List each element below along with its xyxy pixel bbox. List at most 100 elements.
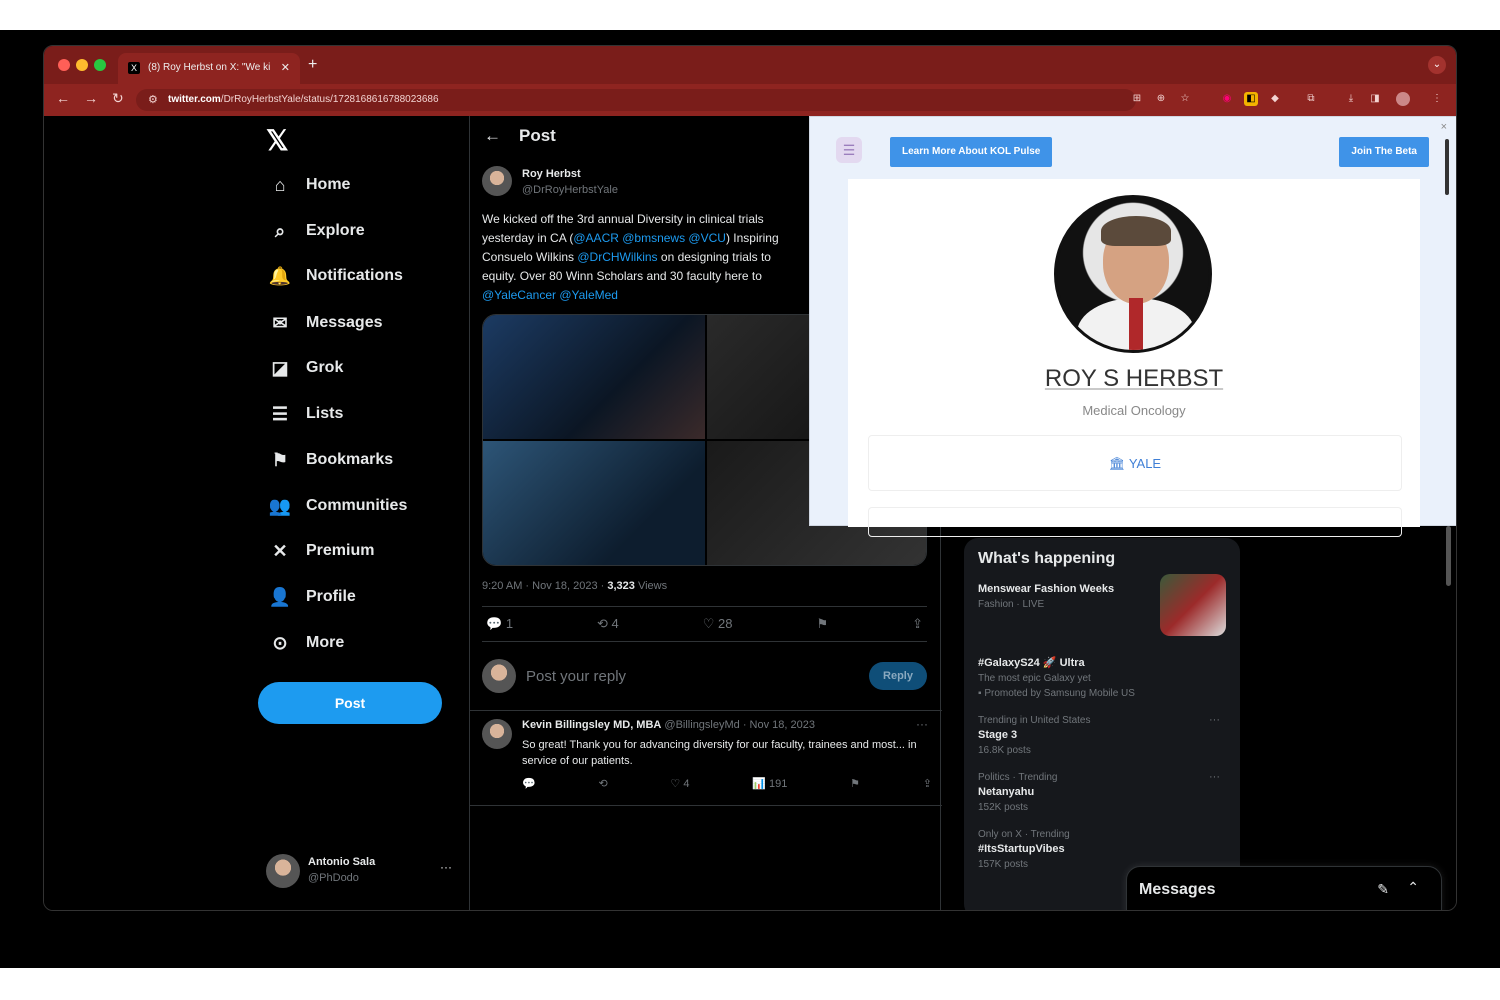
site-info-icon[interactable]: ⚙ [148, 93, 158, 106]
nav-item-messages[interactable]: ✉ Messages [266, 308, 382, 338]
trend-meta: 16.8K posts [978, 745, 1031, 756]
reply-action[interactable]: 💬 1 [486, 616, 513, 632]
trend-item[interactable]: Politics · Trending Netanyahu 152K posts… [978, 770, 1226, 815]
nav-item-lists[interactable]: ☰ Lists [266, 399, 343, 429]
extension-icon[interactable]: ◉ [1220, 92, 1234, 106]
tweet-text-segment: on designing trials to [657, 250, 771, 264]
comment-header: Kevin Billingsley MD, MBA @BillingsleyMd… [522, 719, 815, 731]
popup-scrollbar[interactable] [1445, 139, 1449, 195]
download-icon[interactable]: ⤓ [1344, 92, 1358, 106]
new-tab-button[interactable]: + [308, 56, 317, 74]
trend-item[interactable]: Menswear Fashion Weeks Fashion · LIVE [978, 574, 1226, 644]
views-action[interactable]: 📊 191 [752, 777, 787, 790]
nav-item-profile[interactable]: 👤 Profile [266, 582, 356, 612]
back-arrow-icon[interactable]: ← [484, 126, 501, 145]
repost-action[interactable]: ⟲ 4 [597, 616, 619, 632]
minimize-window-button[interactable] [76, 59, 88, 71]
trend-item[interactable]: #GalaxyS24 🚀 Ultra The most epic Galaxy … [978, 656, 1226, 701]
messages-drawer[interactable]: Messages ✎ ⌃ [1126, 866, 1442, 910]
back-arrow-icon[interactable]: ← [56, 90, 70, 106]
trend-meta: 152K posts [978, 802, 1029, 813]
repost-icon: ⟲ [597, 616, 608, 631]
mention-link[interactable]: @YaleCancer @YaleMed [482, 286, 822, 305]
x-logo-icon[interactable]: 𝕏 [266, 124, 289, 157]
more-dots-icon[interactable]: ··· [1209, 770, 1220, 785]
close-window-button[interactable] [58, 59, 70, 71]
browser-toolbar: ← → ↻ ⚙ twitter.com/DrRoyHerbstYale/stat… [44, 84, 1456, 116]
communities-icon: 👥 [268, 495, 292, 516]
bookmark-icon: ⚑ [271, 449, 289, 470]
nav-item-more[interactable]: ⊙ More [266, 628, 344, 658]
install-icon[interactable]: ⊞ [1130, 92, 1144, 106]
nav-item-home[interactable]: ⌂ Home [266, 170, 351, 200]
join-beta-button[interactable]: Join The Beta [1339, 137, 1429, 167]
extension-icon[interactable]: ◆ [1268, 92, 1282, 106]
bookmark-icon[interactable]: ⚑ [816, 616, 828, 632]
zoom-window-button[interactable] [94, 59, 106, 71]
doctor-name[interactable]: ROY S HERBST [848, 365, 1420, 393]
media-photo[interactable] [483, 315, 705, 439]
kebab-menu-icon[interactable]: ⋮ [1430, 92, 1444, 106]
nav-item-premium[interactable]: ✕ Premium [266, 536, 374, 566]
share-icon[interactable]: ⇪ [912, 616, 923, 632]
media-photo[interactable] [483, 441, 705, 565]
tweet-line: yesterday in CA (@AACR @bmsnews @VCU) In… [482, 229, 822, 248]
extension-icon[interactable]: ◧ [1244, 92, 1258, 106]
reload-icon[interactable]: ↻ [112, 90, 124, 107]
reply-icon: 💬 [486, 616, 503, 631]
reply-button[interactable]: Reply [869, 662, 927, 690]
mention-link[interactable]: @AACR @bmsnews @VCU [573, 231, 726, 245]
account-switcher[interactable]: Antonio Sala @PhDodo ··· [266, 854, 456, 894]
tab-close-icon[interactable]: ✕ [281, 61, 290, 74]
nav-item-explore[interactable]: ⌕ Explore [266, 216, 365, 246]
page-title: Post [519, 126, 556, 145]
author-handle: @DrRoyHerbstYale [522, 184, 618, 196]
trend-title: #GalaxyS24 🚀 Ultra [978, 657, 1085, 669]
post-button[interactable]: Post [258, 682, 442, 724]
comment-author: Kevin Billingsley MD, MBA [522, 719, 662, 731]
hamburger-menu-icon[interactable]: ☰ [836, 137, 862, 163]
reply-tweet[interactable]: Kevin Billingsley MD, MBA @BillingsleyMd… [470, 710, 942, 806]
nav-label: Explore [306, 222, 365, 239]
trend-title: Menswear Fashion Weeks [978, 583, 1115, 595]
trend-context: Only on X · Trending [978, 829, 1070, 840]
repost-icon[interactable]: ⟲ [598, 777, 607, 790]
forward-arrow-icon[interactable]: → [84, 90, 98, 106]
tab-search-icon[interactable]: ⌄ [1428, 56, 1446, 74]
bookmark-icon[interactable]: ⚑ [850, 777, 860, 790]
new-message-icon[interactable]: ✎ [1377, 881, 1389, 898]
side-panel-icon[interactable]: ◨ [1368, 92, 1382, 106]
reply-input[interactable]: Post your reply [526, 668, 869, 685]
trend-title: Stage 3 [978, 729, 1018, 741]
nav-item-notifications[interactable]: 🔔 Notifications [266, 261, 403, 291]
institution-name: YALE [1128, 456, 1162, 471]
nav-label: Lists [306, 405, 344, 422]
browser-tab[interactable]: X (8) Roy Herbst on X: "We ki ✕ [118, 53, 300, 84]
nav-item-communities[interactable]: 👥 Communities [266, 491, 408, 521]
post-header: ← Post [484, 126, 556, 146]
like-action[interactable]: ♡ 28 [703, 616, 733, 632]
post-author[interactable]: Roy Herbst @DrRoyHerbstYale [482, 166, 618, 201]
address-bar[interactable]: ⚙ twitter.com/DrRoyHerbstYale/status/172… [136, 89, 1136, 111]
close-icon[interactable]: × [1441, 121, 1447, 133]
reply-icon[interactable]: 💬 [522, 777, 536, 790]
trend-item[interactable]: Trending in United States Stage 3 16.8K … [978, 713, 1226, 758]
more-dots-icon[interactable]: ··· [916, 717, 928, 731]
institution-box[interactable]: 🏛 YALE [868, 435, 1402, 491]
reply-count: 1 [505, 616, 514, 631]
mention-link[interactable]: @DrCHWilkins [577, 250, 657, 264]
nav-item-bookmarks[interactable]: ⚑ Bookmarks [266, 445, 393, 475]
zoom-icon[interactable]: ⊕ [1154, 92, 1168, 106]
extensions-puzzle-icon[interactable]: ⧉ [1304, 92, 1318, 106]
profile-avatar-icon[interactable] [1396, 92, 1410, 106]
share-icon[interactable]: ⇪ [923, 777, 932, 790]
learn-more-button[interactable]: Learn More About KOL Pulse [890, 137, 1053, 167]
account-handle: @PhDodo [308, 872, 359, 884]
like-action[interactable]: ♡ 4 [670, 777, 689, 790]
expand-chevron-icon[interactable]: ⌃ [1407, 879, 1419, 896]
bookmark-star-icon[interactable]: ☆ [1178, 92, 1192, 106]
page-scrollbar[interactable] [1446, 526, 1451, 586]
nav-item-grok[interactable]: ◪ Grok [266, 353, 343, 383]
more-dots-icon[interactable]: ··· [1209, 713, 1220, 728]
more-dots-icon[interactable]: ··· [440, 860, 452, 874]
